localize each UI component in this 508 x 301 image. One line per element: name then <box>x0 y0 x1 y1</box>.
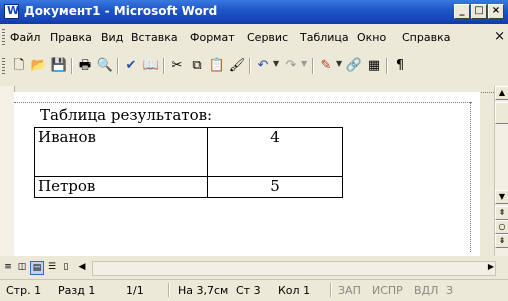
menu-tools[interactable]: Сервис <box>247 31 288 44</box>
toolbar-grip[interactable] <box>2 58 5 74</box>
maximize-button[interactable]: □ <box>471 4 487 19</box>
toolbar-separator <box>163 58 165 74</box>
drawing-dropdown-icon[interactable]: ▼ <box>336 59 342 68</box>
format-painter-icon[interactable]: 🖌 <box>228 57 246 75</box>
menu-help[interactable]: Справка <box>402 31 450 44</box>
table-cell-score[interactable]: 5 <box>207 176 343 198</box>
status-separator <box>330 283 332 297</box>
web-view-icon[interactable]: ◫ <box>16 261 28 273</box>
table-row: Петров 5 <box>34 176 343 198</box>
table-icon[interactable]: ▦ <box>365 57 383 75</box>
status-extend[interactable]: ВДЛ <box>414 284 438 297</box>
toolbar-separator <box>386 58 388 74</box>
view-bar: ≡ ◫ ▤ ☰ ▯ ◀ ▶ <box>0 258 508 276</box>
show-formatting-icon[interactable]: ¶ <box>391 57 409 75</box>
toolbar-separator <box>249 58 251 74</box>
word-app-icon[interactable] <box>4 4 19 19</box>
horizontal-scrollbar[interactable]: ▶ <box>92 261 496 276</box>
scroll-thumb[interactable] <box>495 102 508 124</box>
save-icon[interactable]: 💾 <box>50 57 68 75</box>
menu-table[interactable]: Таблица <box>300 31 349 44</box>
document-close-icon[interactable]: × <box>494 29 505 44</box>
drawing-icon[interactable]: ✎ <box>317 57 335 75</box>
toolbar-separator <box>71 58 73 74</box>
scroll-up-icon[interactable]: ▲ <box>495 86 508 100</box>
standard-toolbar: 🗋 📂 💾 🖶 🔍 ✔ 📖 ✂ ⧉ 📋 🖌 ↶ ▼ ↷ ▼ ✎ ▼ 🔗 ▦ ¶ <box>0 52 508 80</box>
print-layout-view-icon[interactable]: ▤ <box>30 261 44 275</box>
paste-icon[interactable]: 📋 <box>208 57 226 75</box>
minimize-button[interactable]: _ <box>454 4 470 19</box>
open-folder-icon[interactable]: 📂 <box>30 57 48 75</box>
status-section: Разд 1 <box>58 284 96 297</box>
status-record[interactable]: ЗАП <box>338 284 361 297</box>
status-line: Ст 3 <box>236 284 261 297</box>
reading-view-icon[interactable]: ▯ <box>60 261 72 273</box>
toolbar-separator <box>117 58 119 74</box>
spelling-icon[interactable]: ✔ <box>122 57 140 75</box>
table-cell-score[interactable]: 4 <box>207 127 343 177</box>
undo-dropdown-icon[interactable]: ▼ <box>273 59 279 68</box>
status-column: Кол 1 <box>278 284 311 297</box>
copy-icon[interactable]: ⧉ <box>188 57 206 75</box>
previous-page-icon[interactable]: ⇞ <box>495 206 508 220</box>
scroll-left-icon[interactable]: ◀ <box>76 261 88 273</box>
menu-window[interactable]: Окно <box>357 31 386 44</box>
results-table[interactable]: Иванов 4 Петров 5 <box>34 127 343 198</box>
insert-hyperlink-icon[interactable]: 🔗 <box>345 57 363 75</box>
status-page: Стр. 1 <box>6 284 42 297</box>
status-track-changes[interactable]: ИСПР <box>372 284 403 297</box>
status-page-count: 1/1 <box>126 284 144 297</box>
document-heading[interactable]: Таблица результатов: <box>40 106 212 124</box>
table-cell-name[interactable]: Иванов <box>34 127 208 177</box>
status-bar: Стр. 1 Разд 1 1/1 На 3,7см Ст 3 Кол 1 ЗА… <box>0 279 508 301</box>
undo-icon[interactable]: ↶ <box>254 57 272 75</box>
close-button[interactable]: × <box>488 4 504 19</box>
menu-view[interactable]: Вид <box>101 31 123 44</box>
status-overtype[interactable]: З <box>446 284 453 297</box>
status-position: На 3,7см <box>178 284 229 297</box>
menu-file[interactable]: Файл <box>10 31 40 44</box>
print-icon[interactable]: 🖶 <box>76 57 94 75</box>
redo-icon[interactable]: ↷ <box>282 57 300 75</box>
new-document-icon[interactable]: 🗋 <box>10 57 28 75</box>
status-separator <box>168 283 170 297</box>
toolbar-separator <box>312 58 314 74</box>
table-cell-name[interactable]: Петров <box>34 176 208 198</box>
redo-dropdown-icon[interactable]: ▼ <box>301 59 307 68</box>
title-bar: Документ1 - Microsoft Word _ □ × <box>0 0 508 24</box>
browse-object-icon[interactable]: ○ <box>495 220 508 234</box>
cut-icon[interactable]: ✂ <box>168 57 186 75</box>
print-preview-icon[interactable]: 🔍 <box>96 57 114 75</box>
table-row: Иванов 4 <box>34 127 343 177</box>
vertical-ruler[interactable] <box>0 86 15 256</box>
page-margin-top <box>14 102 472 103</box>
vertical-scrollbar[interactable]: ▲ ▼ ⇞ ○ ⇟ <box>494 86 508 256</box>
page-margin-right <box>470 102 471 252</box>
scroll-down-icon[interactable]: ▼ <box>495 190 508 204</box>
research-icon[interactable]: 📖 <box>142 57 160 75</box>
scroll-right-icon[interactable]: ▶ <box>488 262 494 271</box>
outline-view-icon[interactable]: ☰ <box>46 261 58 273</box>
menu-edit[interactable]: Правка <box>50 31 92 44</box>
menu-format[interactable]: Формат <box>190 31 235 44</box>
menu-bar: Файл Правка Вид Вставка Формат Сервис Та… <box>0 26 508 48</box>
menu-grip[interactable] <box>2 29 5 45</box>
normal-view-icon[interactable]: ≡ <box>2 261 14 273</box>
menu-insert[interactable]: Вставка <box>131 31 178 44</box>
window-title: Документ1 - Microsoft Word <box>24 4 218 18</box>
next-page-icon[interactable]: ⇟ <box>495 234 508 248</box>
